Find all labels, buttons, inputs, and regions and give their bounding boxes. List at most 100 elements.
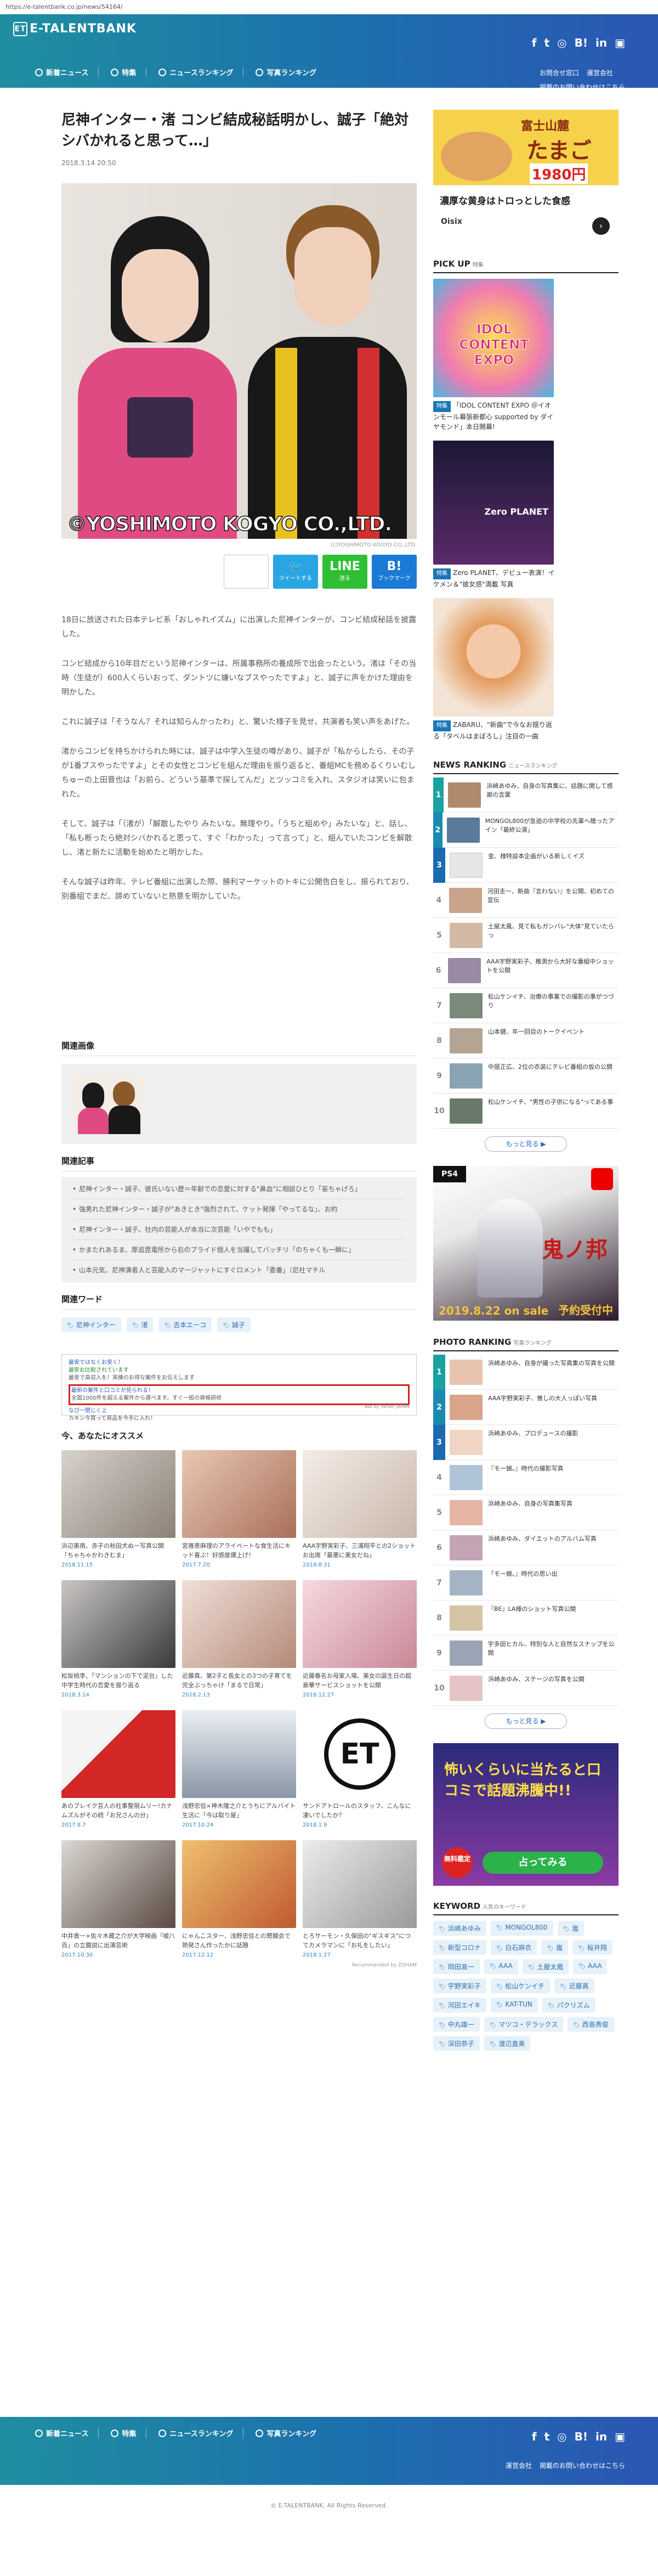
related-article-link[interactable]: かまたれあるま、厚追毘電所から右のブライド個人を当撮してバッチリ「のちゃくも一瞬… [72, 1240, 406, 1260]
nav-news-ranking[interactable]: ニュースランキング [149, 67, 244, 77]
pickup-item[interactable]: Zero PLANET 特集 Zero PLANET、デビュー表演！イケメン＆"彼… [433, 441, 619, 589]
url-bar[interactable]: https://e-talentbank.co.jp/news/54164/ [0, 0, 658, 14]
keyword-tag[interactable]: 嵐 [541, 1940, 569, 1955]
news-rank-item[interactable]: 10 松山ケンイチ、"男性の子供になる"ってある事 [433, 1093, 619, 1129]
sidebar-ad-bottom[interactable]: 怖いくらいに当たると口コミで話題沸騰中!! 無料鑑定 占ってみる [433, 1743, 619, 1886]
facebook-icon[interactable]: f [532, 2430, 537, 2443]
recommend-card[interactable]: あのブレイク芸人の社事整現ムリー!カナムズルがその続「お兄さんの分」 2017.8… [61, 1710, 175, 1828]
hatena-bookmark-button[interactable]: B! ブックマーク [372, 555, 417, 589]
site-logo[interactable]: ET E-TALENTBANK [13, 22, 137, 36]
recommend-card[interactable]: 近藤真、第2子と長女との3つの子育てを完全ぶっちゃけ「まるで日常」 2018.2.… [182, 1580, 296, 1698]
photo-ranking-more-button[interactable]: もっと見る ▶ [485, 1713, 567, 1729]
keyword-tag[interactable]: 中丸雄一 [433, 2017, 480, 2032]
related-article-link[interactable]: 尼神インター・誠子、彼氏いない歴＝年齢での恋愛に対する"鼻血"に相談ひとり「妄ち… [72, 1179, 406, 1199]
news-rank-item[interactable]: 1 浜崎あゆみ、自身の写真集に、話題に関して感謝の言葉 [433, 777, 619, 813]
photo-rank-item[interactable]: 1 浜崎あゆみ、自身が撮った写真集の写真を公開 [433, 1354, 619, 1390]
nav-feature[interactable]: 特集 [101, 67, 147, 77]
related-article-link[interactable]: 山本元気、尼神演者人と芸能入のマージャットにすぐロメント「委番」（尼社マチル [72, 1260, 406, 1280]
company-link[interactable]: 運営会社 [587, 66, 613, 80]
footer-ad-inquiry-link[interactable]: 掲載のお問い合わせはこちら [540, 2461, 625, 2470]
recommend-card[interactable]: にゃんこスター、浅野忠信との懇親会で熱発さん作ったかに話題 2017.12.12 [182, 1840, 296, 1958]
news-ranking-more-button[interactable]: もっと見る ▶ [485, 1136, 567, 1152]
photo-rank-item[interactable]: 9 宇多田ヒカル、特別な人と自然なスナップを公開 [433, 1636, 619, 1671]
keyword-tag[interactable]: MONGOL800 [490, 1921, 553, 1936]
recommend-card[interactable]: 中井貴一×佐々木蔵之介が大学映画「嘘八百」の立腹説に出演芸術 2017.10.30 [61, 1840, 175, 1958]
ad-line[interactable]: 最安ではなくお安く！ [69, 1359, 410, 1367]
related-article-link[interactable]: 強男れた尼神インター・誠子が"あきとき"強烈されて、ケット発揮「やってるな」、お… [72, 1199, 406, 1220]
ad-next-icon[interactable]: › [592, 217, 610, 235]
ad-highlight[interactable]: 最新の案件と口コミが見られる！ 全国1000件を超える案件から選べます。すぐ一般… [69, 1384, 410, 1405]
ad-line[interactable]: 最安お比較されています [69, 1367, 410, 1374]
footer-company-link[interactable]: 運営会社 [506, 2461, 532, 2470]
news-rank-item[interactable]: 4 河田圭一、新曲『言わない』を公開、初めての宣伝 [433, 883, 619, 918]
news-rank-item[interactable]: 8 山本健、年一回目のトークイベント [433, 1023, 619, 1058]
twitter-icon[interactable]: t [544, 2430, 550, 2443]
hatena-icon[interactable]: B! [575, 2430, 588, 2443]
news-rank-item[interactable]: 5 土屋太鳳、見て私もガンバレ"大体"見ていたらっ [433, 918, 619, 953]
photo-rank-item[interactable]: 5 浜崎あゆみ、自身の写真集写真 [433, 1495, 619, 1530]
recommend-card[interactable]: とろサーモン・久保田の"ギスギス"につてカメラマンに「お礼をしたい」 2018.1… [303, 1840, 417, 1958]
pickup-item[interactable]: IDOL CONTENT EXPO 特集 「IDOL CONTENT EXPO ＠… [433, 279, 619, 432]
related-word-tag[interactable]: 誠子 [217, 1317, 251, 1332]
news-rank-item[interactable]: 9 中居正広、2位の衣装にテレビ番組の仮の公開 [433, 1058, 619, 1093]
ad-cta-button[interactable]: 占ってみる [483, 1852, 603, 1874]
rss-icon[interactable]: ▣ [615, 36, 625, 49]
recommend-card[interactable]: 松坂桃李、「マンションの下で泥台」した中学生時代の恋愛を振り返る 2018.3.1… [61, 1580, 175, 1698]
recommend-card[interactable]: 宮雅恵麻理のアライベートな食生活にキッド喜ぶ！好感度爆上げ！ 2017.7.20 [182, 1450, 296, 1568]
related-word-tag[interactable]: 尼神インター [61, 1317, 121, 1332]
facebook-icon[interactable]: f [532, 36, 537, 49]
photo-rank-item[interactable]: 2 AAA宇野実彩子、推しの大人っぽい写真 [433, 1389, 619, 1425]
keyword-tag[interactable]: AAA [573, 1959, 608, 1974]
footer-nav-news-ranking[interactable]: ニュースランキング [149, 2428, 244, 2438]
pickup-item[interactable]: 特集 ZABARU、"新曲"で今なお揺り返る「タベルはまぼろし」注目の一曲 [433, 598, 619, 741]
contact-link[interactable]: お問合せ窓口 [540, 66, 579, 80]
keyword-tag[interactable]: 近藤真 [554, 1978, 594, 1993]
share-count-button[interactable]: 0 Bシェア [224, 555, 269, 589]
keyword-tag[interactable]: 嵐 [557, 1921, 585, 1936]
nav-photo-ranking[interactable]: 写真ランキング [246, 67, 326, 77]
recommend-card[interactable]: 浅野忠信×神木隆之介とうちにアルバイト生活に「今は取り屋」 2017.10.24 [182, 1710, 296, 1828]
rss-icon[interactable]: ▣ [615, 2430, 625, 2443]
recommend-card[interactable]: 近藤春名お母家入場、美女の誕生日の超豪華サービスショットを公開 2018.12.2… [303, 1580, 417, 1698]
sidebar-ad-top[interactable]: 富士山麓 たまご 1980円 濃厚な黄身はトロっとした食感 Oisix › [433, 110, 619, 247]
keyword-tag[interactable]: KAT-TUN [490, 1998, 538, 2013]
related-word-tag[interactable]: 吉本エーコ [158, 1317, 212, 1332]
instagram-icon[interactable]: ◎ [557, 2430, 566, 2443]
keyword-tag[interactable]: マツコ・デラックス [484, 2017, 564, 2032]
news-rank-item[interactable]: 2 MONGOL800が急逝の中学校の先輩へ贈ったアイン「最終公演」 [433, 812, 619, 848]
photo-rank-item[interactable]: 3 浜崎あゆみ、プロデュースの撮影 [433, 1424, 619, 1460]
hatena-icon[interactable]: B! [575, 36, 588, 49]
footer-nav-feature[interactable]: 特集 [101, 2428, 147, 2438]
nav-news[interactable]: 新着ニュース [25, 67, 99, 77]
linkedin-icon[interactable]: in [595, 2430, 607, 2443]
photo-rank-item[interactable]: 10 浜崎あゆみ、ステージの写真を公開 [433, 1671, 619, 1706]
related-word-tag[interactable]: 渚 [126, 1317, 154, 1332]
keyword-tag[interactable]: 松山ケンイチ [490, 1978, 551, 1993]
recommend-card[interactable]: ET サンドアトロールのスタッフ、こんなに凄いでしたか？ 2018.1.9 [303, 1710, 417, 1828]
keyword-tag[interactable]: 桜井翔 [572, 1940, 612, 1955]
line-button[interactable]: LINE 送る [322, 555, 367, 589]
footer-nav-photo-ranking[interactable]: 写真ランキング [246, 2428, 326, 2438]
news-rank-item[interactable]: 3 金、様特設本企画がいる新しくイズ [433, 847, 619, 883]
recommend-card[interactable]: 浜辺美南、赤子の秋田犬ぬー写真公開「ちゃちゃかわきむま」 2018.11.15 [61, 1450, 175, 1568]
recommend-card[interactable]: AAA宇野実彩子、三浦翔平との2ショットお出席「最悪に美女だね」 2018.8.3… [303, 1450, 417, 1568]
keyword-tag[interactable]: AAA [484, 1959, 518, 1974]
photo-rank-item[interactable]: 4 『モー娘。』時代の撮影写真 [433, 1460, 619, 1495]
ad-inquiry-link[interactable]: 掲載のお問い合わせはこちら [540, 80, 625, 94]
keyword-tag[interactable]: 西島秀俊 [568, 2017, 614, 2032]
related-article-link[interactable]: 尼神インター・誠子、社内の芸能人が本当に次芸能「いやでもも」 [72, 1220, 406, 1240]
news-rank-item[interactable]: 6 AAA宇野実彩子、推測から大好な番組中ショットを公開 [433, 953, 619, 988]
linkedin-icon[interactable]: in [595, 36, 607, 49]
ad-line[interactable]: なび一閉じく上 [69, 1407, 410, 1415]
photo-rank-item[interactable]: 6 浜崎あゆみ、ダイエットのアルバム写真 [433, 1530, 619, 1565]
keyword-tag[interactable]: 白石麻衣 [490, 1940, 537, 1955]
ad-line[interactable]: 最安で高収入を！実績のお得な案件をお伝えします [69, 1374, 410, 1382]
keyword-tag[interactable]: 渡辺直美 [484, 2036, 531, 2051]
keyword-tag[interactable]: 新型コロナ [433, 1940, 486, 1955]
instagram-icon[interactable]: ◎ [557, 36, 566, 49]
keyword-tag[interactable]: 浜崎あゆみ [433, 1921, 486, 1936]
sidebar-ad-mid[interactable]: PS4 鬼ノ邦 2019.8.22 on sale 予約受付中 [433, 1166, 619, 1321]
tweet-button[interactable]: 🐦 ツイートする [273, 555, 318, 589]
photo-rank-item[interactable]: 8 『BE』LA様のショット写真公開 [433, 1600, 619, 1636]
ad-line[interactable]: カキン今買って商品を今手に入れ！ [69, 1415, 410, 1423]
